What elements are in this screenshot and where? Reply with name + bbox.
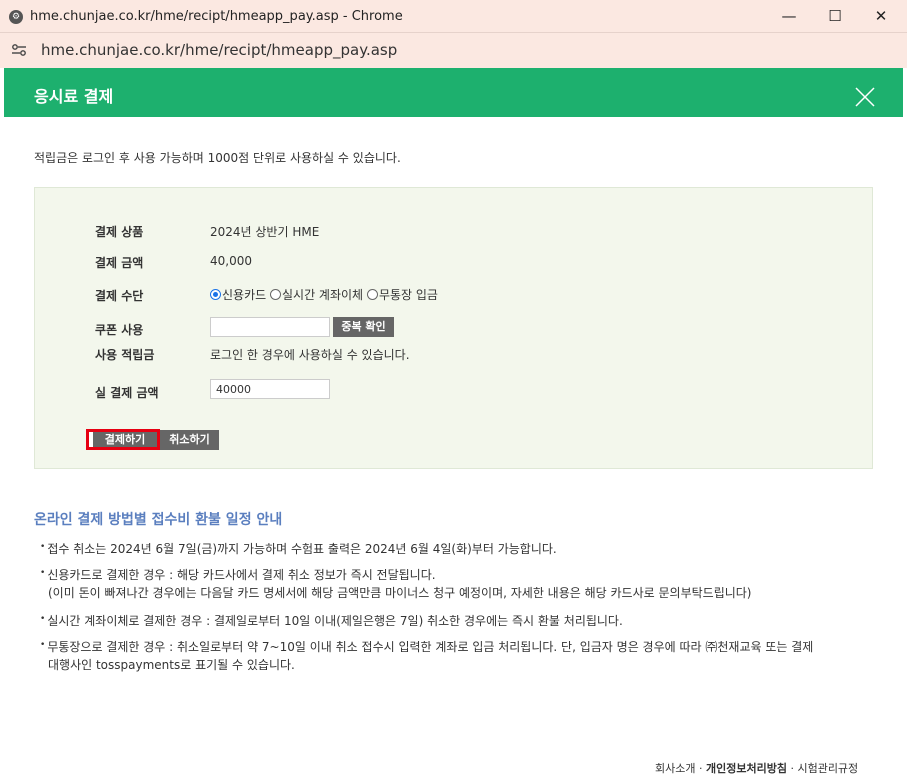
radio-deposit-button[interactable] bbox=[366, 289, 378, 300]
dialog-content: 적립금은 로그인 후 사용 가능하며 1000점 단위로 사용하실 수 있습니다… bbox=[4, 117, 903, 773]
coupon-input[interactable] bbox=[210, 317, 330, 337]
refund-item: • 실시간 계좌이체로 결제한 경우 : 결제일로부터 10일 이내(제일은행은 … bbox=[40, 614, 623, 628]
pay-button[interactable]: 결제하기 bbox=[93, 432, 157, 447]
maximize-button[interactable]: ☐ bbox=[820, 4, 850, 28]
coupon-label: 쿠폰 사용 bbox=[95, 323, 144, 337]
refund-item-note: (이미 돈이 빠져나간 경우에는 다음달 카드 명세서에 해당 금액만큼 마이너… bbox=[48, 586, 752, 600]
dialog-title: 응시료 결제 bbox=[34, 87, 114, 106]
refund-item: • 접수 취소는 2024년 6월 7일(금)까지 가능하며 수험표 출력은 20… bbox=[40, 542, 557, 556]
window-titlebar: ⚙ hme.chunjae.co.kr/hme/recipt/hmeapp_pa… bbox=[0, 0, 907, 33]
amount-label: 결제 금액 bbox=[95, 256, 144, 270]
footer-link-privacy[interactable]: 개인정보처리방침 bbox=[706, 762, 787, 775]
site-info-icon[interactable]: ⚙ bbox=[9, 10, 23, 24]
payment-form-panel: 결제 상품 2024년 상반기 HME 결제 금액 40,000 결제 수단 신… bbox=[34, 187, 873, 469]
radio-credit-card-button[interactable] bbox=[210, 289, 221, 300]
radio-bank-transfer-button[interactable] bbox=[270, 289, 281, 300]
footer-link-rules[interactable]: 시험관리규정 bbox=[797, 762, 858, 775]
amount-value: 40,000 bbox=[210, 254, 252, 268]
footer-link-company[interactable]: 회사소개 bbox=[655, 762, 695, 775]
refund-title: 온라인 결제 방법별 접수비 환불 일정 안내 bbox=[34, 512, 283, 528]
close-icon[interactable] bbox=[855, 87, 875, 107]
dialog-header: 응시료 결제 bbox=[4, 68, 903, 117]
payment-method-group: 신용카드 실시간 계좌이체 무통장 입금 bbox=[210, 286, 438, 303]
cancel-button[interactable]: 취소하기 bbox=[160, 430, 219, 450]
points-notice: 적립금은 로그인 후 사용 가능하며 1000점 단위로 사용하실 수 있습니다… bbox=[34, 151, 401, 165]
radio-credit-card-label: 신용카드 bbox=[222, 288, 267, 302]
window-title: hme.chunjae.co.kr/hme/recipt/hmeapp_pay.… bbox=[30, 9, 403, 24]
final-amount-label: 실 결제 금액 bbox=[95, 386, 159, 400]
refund-item-continued: 대행사인 tosspayments로 표기될 수 있습니다. bbox=[48, 658, 295, 672]
close-window-button[interactable]: ✕ bbox=[866, 4, 896, 28]
product-label: 결제 상품 bbox=[95, 225, 144, 239]
radio-deposit-label: 무통장 입금 bbox=[378, 288, 438, 302]
radio-bank-transfer[interactable]: 실시간 계좌이체 bbox=[270, 288, 363, 302]
points-note: 로그인 한 경우에 사용하실 수 있습니다. bbox=[210, 348, 410, 362]
coupon-check-button[interactable]: 중복 확인 bbox=[333, 317, 394, 337]
radio-deposit[interactable]: 무통장 입금 bbox=[366, 288, 438, 302]
pay-button-highlight[interactable]: 결제하기 bbox=[86, 429, 160, 450]
address-bar: hme.chunjae.co.kr/hme/recipt/hmeapp_pay.… bbox=[0, 33, 907, 68]
method-label: 결제 수단 bbox=[95, 289, 144, 303]
radio-credit-card[interactable]: 신용카드 bbox=[210, 288, 266, 302]
radio-bank-transfer-label: 실시간 계좌이체 bbox=[282, 288, 364, 302]
product-value: 2024년 상반기 HME bbox=[210, 225, 320, 239]
points-label: 사용 적립금 bbox=[95, 348, 155, 362]
minimize-button[interactable]: — bbox=[774, 4, 804, 28]
footer-links: 회사소개 · 개인정보처리방침 · 시험관리규정 bbox=[655, 762, 859, 775]
final-amount-input[interactable] bbox=[210, 379, 330, 399]
url-text[interactable]: hme.chunjae.co.kr/hme/recipt/hmeapp_pay.… bbox=[41, 41, 397, 59]
tune-icon[interactable] bbox=[11, 43, 27, 57]
